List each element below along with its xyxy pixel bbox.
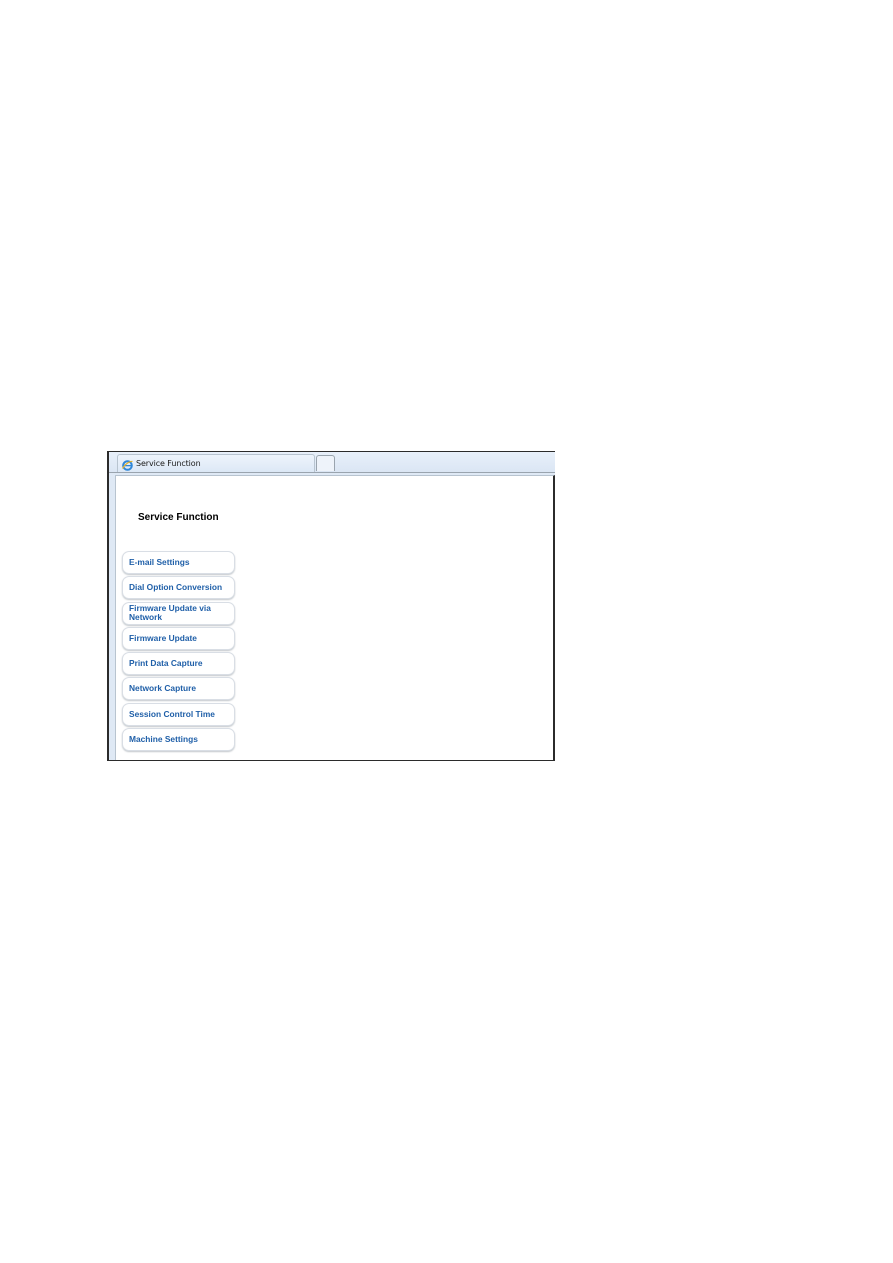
menu-item-email-settings[interactable]: E-mail Settings bbox=[122, 551, 235, 574]
menu-item-label: Print Data Capture bbox=[129, 657, 203, 668]
menu-item-label: Dial Option Conversion bbox=[129, 582, 223, 593]
menu-item-machine-settings[interactable]: Machine Settings bbox=[122, 728, 235, 752]
menu-item-dial-option-conversion[interactable]: Dial Option Conversion bbox=[122, 576, 235, 600]
browser-window: Service Function Service Function E-mail… bbox=[107, 451, 555, 761]
menu-item-label: E-mail Settings bbox=[129, 556, 190, 567]
menu-item-network-capture[interactable]: Network Capture bbox=[122, 677, 235, 701]
menu-item-label: Network Capture bbox=[129, 683, 197, 694]
tab-bar: Service Function bbox=[109, 452, 555, 473]
menu-item-print-data-capture[interactable]: Print Data Capture bbox=[122, 652, 235, 676]
internet-explorer-icon bbox=[121, 458, 133, 471]
menu-item-label: Session Control Time bbox=[129, 708, 215, 719]
tab-service-function[interactable]: Service Function bbox=[117, 454, 315, 472]
menu-item-firmware-update[interactable]: Firmware Update bbox=[122, 626, 235, 650]
menu-item-label: Firmware Update via Network bbox=[129, 602, 211, 623]
menu-item-session-control-time[interactable]: Session Control Time bbox=[122, 702, 235, 726]
menu-item-label: Firmware Update bbox=[129, 632, 197, 643]
menu-item-label: Machine Settings bbox=[129, 733, 198, 744]
menu-item-firmware-update-via-network[interactable]: Firmware Update via Network bbox=[122, 601, 235, 625]
tab-title: Service Function bbox=[136, 459, 201, 468]
page-content: Service Function E-mail Settings Dial Op… bbox=[115, 475, 555, 760]
page-title: Service Function bbox=[138, 512, 219, 523]
service-menu: E-mail Settings Dial Option Conversion F… bbox=[122, 551, 235, 753]
new-tab-button[interactable] bbox=[316, 455, 335, 471]
